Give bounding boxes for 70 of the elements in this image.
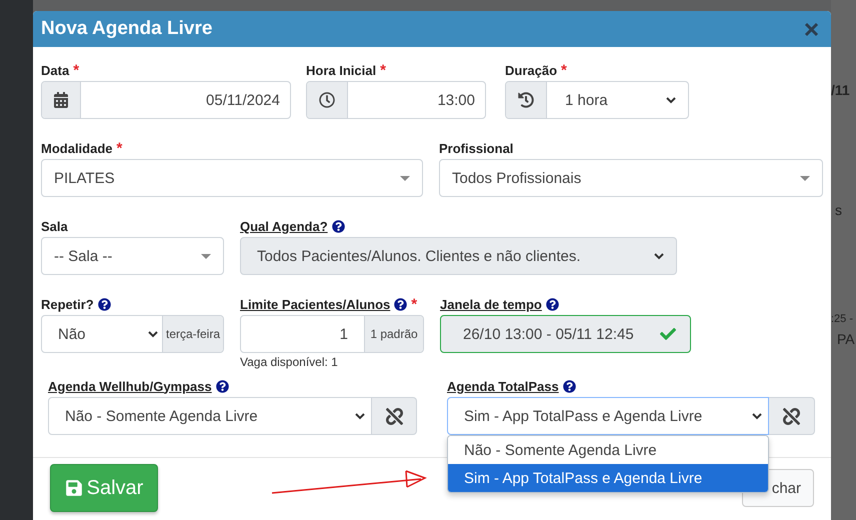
help-icon[interactable] [394,298,408,310]
input-field[interactable]: 13:00 [306,81,486,119]
select-field[interactable]: Não - Somente Agenda Livre [48,397,417,435]
input-value: 13:00 [437,92,475,108]
chevron-down-icon [666,96,676,104]
select-value: 1 hora [565,92,608,108]
save-icon [64,479,83,497]
field-label: Duração [505,62,558,78]
field-label: Janela de tempo [440,296,542,312]
field-label: Data [41,62,70,78]
caret-down-icon [201,254,211,258]
select-value: Todos Profissionais [452,170,582,186]
chevron-down-icon [355,412,365,420]
field-label: Modalidade [41,140,113,156]
help-icon[interactable] [216,380,229,392]
select-value: PILATES [54,170,115,186]
clock-icon [319,92,335,108]
close-icon[interactable] [804,22,819,36]
weekday-label: terça-feira [166,327,220,341]
background-text: s [835,202,843,218]
select-value: Não [58,326,86,342]
field-label: Qual Agenda? [240,218,328,234]
select-field[interactable]: 1 hora [505,81,689,119]
time-window-value: 26/10 13:00 - 05/11 12:45 [463,326,634,342]
select-field[interactable]: Todos Profissionais [439,159,823,197]
dialog-title: Nova Agenda Livre [41,18,212,40]
check-icon [660,326,676,342]
calendar-icon [53,92,69,108]
unlink-icon [386,408,402,424]
select-field[interactable]: Sim - App TotalPass e Agenda Livre [447,397,815,435]
background-text: /11 [831,82,851,98]
default-limit-label: 1 padrão [370,327,418,341]
required-mark: * [411,296,418,312]
select-field[interactable]: Não terça-feira [41,315,224,353]
field-label: Limite Pacientes/Alunos [240,296,390,312]
field-label: Hora Inicial [306,62,376,78]
input-value: 05/11/2024 [206,92,280,108]
field-label: Sala [41,218,68,234]
help-icon[interactable] [98,298,111,310]
input-field[interactable]: 1 1 padrão [240,315,424,353]
select-field[interactable]: PILATES [41,159,423,197]
required-mark: * [561,62,567,78]
caret-down-icon [800,176,810,180]
help-icon[interactable] [562,380,576,392]
dropdown-option[interactable]: Não - Somente Agenda Livre [448,436,768,464]
select-field[interactable]: -- Sala -- [41,237,224,275]
field-label: Profissional [439,140,514,156]
chevron-down-icon [148,330,158,338]
dropdown-option[interactable]: Sim - App TotalPass e Agenda Livre [448,464,768,492]
select-value: Sim - App TotalPass e Agenda Livre [464,408,702,424]
caret-down-icon [400,176,410,180]
required-mark: * [380,62,386,78]
chevron-down-icon [654,252,664,260]
chevron-down-icon [752,412,762,420]
unlink-icon [783,408,800,424]
field-label: Agenda TotalPass [447,378,559,394]
required-mark: * [116,140,122,156]
select-value: -- Sala -- [54,248,112,264]
select-value: Não - Somente Agenda Livre [65,408,258,424]
background-text: PA [837,331,856,347]
availability-hint: Vaga disponível: 1 [240,355,339,369]
history-icon [518,92,534,108]
field-label: Repetir? [41,296,94,312]
input-value: 1 [340,326,348,342]
background-text: :25 - [831,313,854,325]
field-label: Agenda Wellhub/Gympass [48,378,212,394]
select-value: Todos Pacientes/Alunos. Clientes e não clientes. [257,248,581,264]
help-icon[interactable] [546,298,559,310]
required-mark: * [73,62,80,78]
input-field[interactable]: 05/11/2024 [41,81,291,119]
